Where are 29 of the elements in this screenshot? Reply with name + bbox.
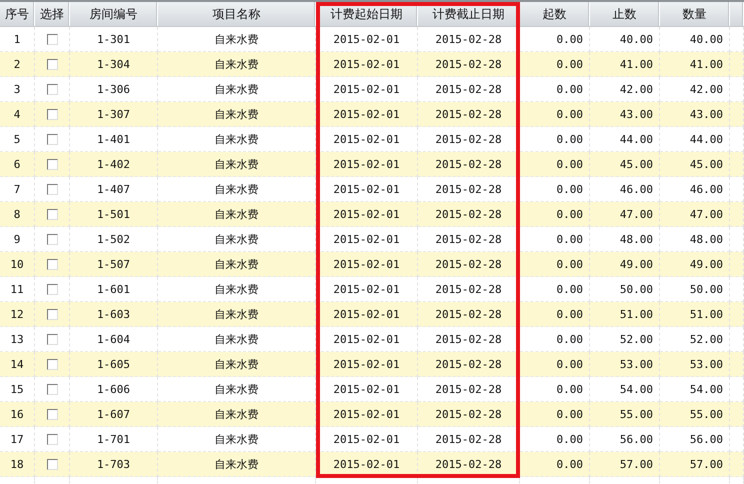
checkbox[interactable] (46, 134, 58, 144)
checkbox[interactable] (46, 158, 58, 170)
table-cell: 2015-02-01 (316, 452, 418, 477)
column-header[interactable]: 序号 (0, 2, 35, 26)
checkbox[interactable] (46, 408, 58, 420)
checkbox[interactable] (46, 184, 58, 194)
column-header[interactable]: 计费起始日期 (316, 2, 418, 26)
checkbox[interactable] (46, 284, 58, 294)
checkbox[interactable] (46, 234, 58, 244)
checkbox[interactable] (46, 384, 58, 394)
checkbox[interactable] (46, 434, 58, 444)
checkbox[interactable] (46, 258, 58, 270)
table-cell: 2015-02-28 (418, 452, 520, 477)
checkbox[interactable] (46, 208, 58, 220)
column-header[interactable]: 项目名称 (158, 2, 316, 26)
checkbox[interactable] (46, 458, 58, 470)
column-header[interactable]: 起数 (520, 2, 590, 26)
checkbox[interactable] (46, 358, 58, 370)
checkbox[interactable] (46, 334, 58, 344)
checkbox[interactable] (46, 84, 58, 94)
column-header[interactable]: 选择 (35, 2, 70, 26)
checkbox[interactable] (46, 34, 58, 44)
column-header[interactable]: 止数 (590, 2, 660, 26)
checkbox[interactable] (46, 308, 58, 320)
checkbox[interactable] (46, 108, 58, 120)
column-header[interactable]: 数量 (660, 2, 730, 26)
column-header[interactable]: 计费截止日期 (418, 2, 520, 26)
column-header[interactable]: 房间编号 (70, 2, 158, 26)
checkbox[interactable] (46, 58, 58, 70)
